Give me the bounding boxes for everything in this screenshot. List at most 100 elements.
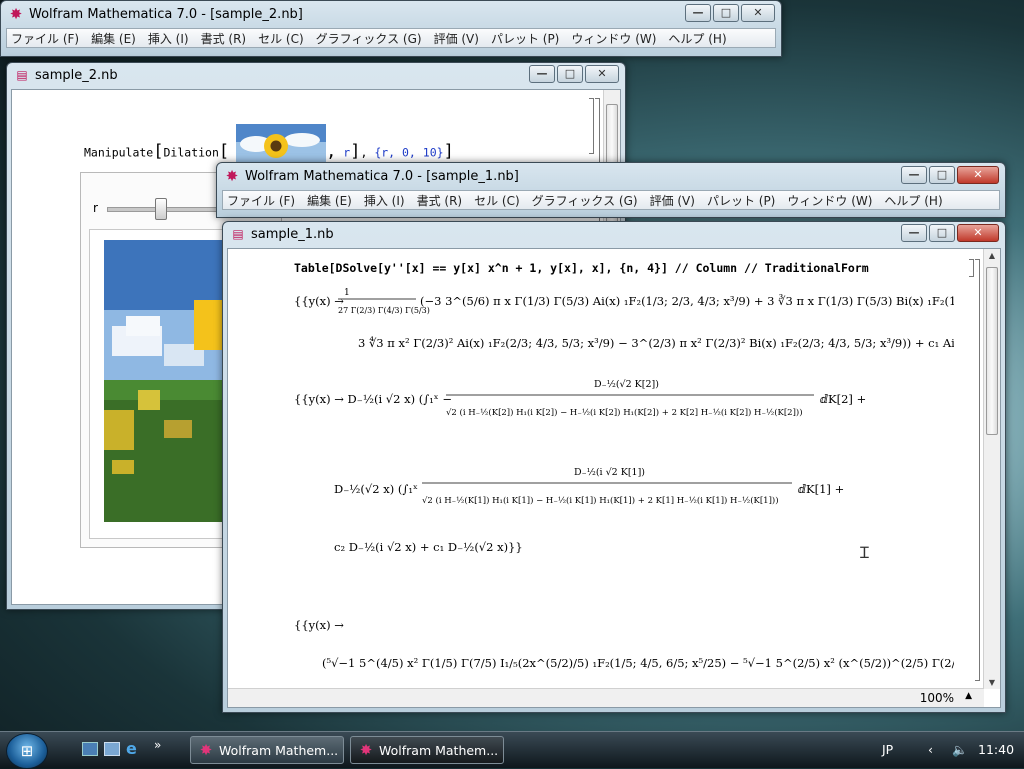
nb1-close-button[interactable]: ✕: [957, 224, 999, 242]
close-button[interactable]: ✕: [741, 4, 775, 22]
main-menubar: ファイル (F) 編集 (E) 挿入 (I) 書式 (R) セル (C) グラフ…: [6, 28, 776, 48]
minimize-button[interactable]: —: [685, 4, 711, 22]
clock[interactable]: 11:40: [978, 742, 1014, 757]
menu-palettes-2[interactable]: パレット (P): [707, 192, 775, 209]
main-window-title: Wolfram Mathematica 7.0 - [sample_2.nb]: [29, 6, 303, 22]
nb1-maximize-button[interactable]: □: [929, 224, 955, 242]
slider-label: r: [93, 201, 98, 215]
nb1-minimize-button[interactable]: —: [901, 224, 927, 242]
menu-window-2[interactable]: ウィンドウ (W): [787, 192, 872, 209]
volume-icon[interactable]: 🔈: [952, 742, 968, 758]
main-titlebar[interactable]: ✸ Wolfram Mathematica 7.0 - [sample_2.nb…: [1, 1, 781, 27]
taskbar-mathematica-icon: ✸: [199, 741, 213, 759]
nb2-minimize-button[interactable]: —: [529, 65, 555, 83]
svg-text:{{y(x) → D₋½(i √2 x) (∫₁ˣ −: {{y(x) → D₋½(i √2 x) (∫₁ˣ −: [294, 392, 452, 406]
taskbar-button-sample2[interactable]: ✸ Wolfram Mathem...: [190, 736, 344, 764]
notebook1-content[interactable]: Table[DSolve[y''[x] == y[x] x^n + 1, y[x…: [227, 248, 1001, 708]
r-slider-handle[interactable]: [155, 198, 167, 220]
menu-help[interactable]: ヘルプ (H): [668, 30, 726, 47]
menu-file-2[interactable]: ファイル (F): [227, 192, 295, 209]
quicklaunch-desktop-icon[interactable]: [82, 742, 98, 756]
notebook1-scrollbar[interactable]: ▲ ▼: [983, 249, 1000, 689]
svg-text:(−3 3^(5/6) π x Γ(1/3) Γ(5/3): (−3 3^(5/6) π x Γ(1/3) Γ(5/3) Ai(x) ₁F₂(…: [420, 294, 954, 308]
svg-text:3 ∜3 π x² Γ(2/3)² Ai(x) ₁F₂(2/: 3 ∜3 π x² Γ(2/3)² Ai(x) ₁F₂(2/3; 4/3, 5/…: [358, 336, 954, 350]
svg-text:c₂ D₋½(i √2 x) + c₁ D₋½(√2 x)}: c₂ D₋½(i √2 x) + c₁ D₋½(√2 x)}}: [334, 540, 523, 554]
svg-text:√2 (i H₋½(K[2]) H₁(i K[2]) − H: √2 (i H₋½(K[2]) H₁(i K[2]) − H₋½(i K[2])…: [446, 407, 803, 418]
menu-file[interactable]: ファイル (F): [11, 30, 79, 47]
second-titlebar[interactable]: ✸ Wolfram Mathematica 7.0 - [sample_1.nb…: [217, 163, 1005, 189]
scroll-down-arrow[interactable]: ▼: [984, 678, 1000, 687]
input-inner: Dilation: [163, 145, 219, 160]
menu-evaluation-2[interactable]: 評価 (V): [650, 192, 695, 209]
notebook1-title: sample_1.nb: [251, 226, 334, 242]
quicklaunch-more-icon[interactable]: »: [154, 738, 161, 752]
second-minimize-button[interactable]: —: [901, 166, 927, 184]
tray-expand-icon[interactable]: ‹: [928, 742, 933, 757]
svg-text:D₋½(√2 x) (∫₁ˣ: D₋½(√2 x) (∫₁ˣ: [334, 482, 418, 496]
quicklaunch-ie-icon[interactable]: e: [126, 739, 137, 758]
taskbar-button-label-2: Wolfram Mathem...: [379, 742, 499, 758]
nb1-input-bracket[interactable]: [969, 259, 974, 277]
start-button[interactable]: ⊞: [6, 733, 48, 769]
svg-text:1: 1: [344, 288, 350, 298]
quicklaunch-window-switch-icon[interactable]: [104, 742, 120, 756]
maximize-button[interactable]: □: [713, 4, 739, 22]
svg-text:{{y(x) →: {{y(x) →: [294, 294, 344, 308]
svg-text:D₋½(i √2 K[1]): D₋½(i √2 K[1]): [574, 467, 645, 478]
taskbar-mathematica-icon-2: ✸: [359, 741, 373, 759]
status-bar: 100% ▲: [228, 688, 984, 707]
menu-graphics-2[interactable]: グラフィックス (G): [532, 192, 638, 209]
svg-text:ⅆK[2] +: ⅆK[2] +: [820, 392, 866, 406]
text-cursor-icon: Ɪ: [860, 543, 869, 562]
scroll-up-arrow[interactable]: ▲: [984, 251, 1000, 260]
second-close-button[interactable]: ✕: [957, 166, 999, 184]
notebook1-titlebar[interactable]: ▤ sample_1.nb — □ ✕: [223, 222, 1005, 246]
input-spec: {r, 0, 10}: [374, 145, 444, 160]
menu-graphics[interactable]: グラフィックス (G): [316, 30, 422, 47]
menu-help-2[interactable]: ヘルプ (H): [884, 192, 942, 209]
input-fn: Manipulate: [84, 145, 154, 160]
nb2-close-button[interactable]: ✕: [585, 65, 619, 83]
taskbar-button-sample1[interactable]: ✸ Wolfram Mathem...: [350, 736, 504, 764]
menu-format-2[interactable]: 書式 (R): [417, 192, 463, 209]
input-cell-bracket[interactable]: [589, 98, 594, 154]
dilated-image: [104, 240, 222, 522]
language-indicator[interactable]: JP: [882, 742, 893, 757]
svg-text:ⅆK[1] +: ⅆK[1] +: [798, 482, 844, 496]
notebook2-titlebar[interactable]: ▤ sample_2.nb — □ ✕: [7, 63, 625, 87]
main-window: ✸ Wolfram Mathematica 7.0 - [sample_2.nb…: [0, 0, 782, 57]
menu-edit[interactable]: 編集 (E): [91, 30, 136, 47]
menu-edit-2[interactable]: 編集 (E): [307, 192, 352, 209]
menu-window[interactable]: ウィンドウ (W): [571, 30, 656, 47]
menu-evaluation[interactable]: 評価 (V): [434, 30, 479, 47]
second-maximize-button[interactable]: □: [929, 166, 955, 184]
svg-text:D₋½(√2 K[2]): D₋½(√2 K[2]): [594, 379, 659, 390]
notebook-icon: ▤: [16, 68, 28, 82]
dsolve-output[interactable]: {{y(x) → 1 27 Γ(2/3) Γ(4/3) Γ(5/3) (−3 3…: [294, 283, 1000, 703]
menu-cell-2[interactable]: セル (C): [474, 192, 520, 209]
menu-cell[interactable]: セル (C): [258, 30, 304, 47]
mathematica-icon-2: ✸: [225, 167, 239, 185]
taskbar: ⊞ e » ✸ Wolfram Mathem... ✸ Wolfram Math…: [0, 731, 1024, 769]
nb1-output-bracket[interactable]: [975, 259, 980, 681]
notebook1-scroll-thumb[interactable]: [986, 267, 998, 435]
notebook1-input[interactable]: Table[DSolve[y''[x] == y[x] x^n + 1, y[x…: [294, 261, 869, 275]
second-window: ✸ Wolfram Mathematica 7.0 - [sample_1.nb…: [216, 162, 1006, 218]
second-menubar: ファイル (F) 編集 (E) 挿入 (I) 書式 (R) セル (C) グラフ…: [222, 190, 1000, 210]
svg-text:{{y(x) →: {{y(x) →: [294, 618, 344, 632]
zoom-level[interactable]: 100%: [920, 691, 954, 705]
menu-insert[interactable]: 挿入 (I): [148, 30, 189, 47]
solution-n1: {{y(x) → 1 27 Γ(2/3) Γ(4/3) Γ(5/3) (−3 3…: [294, 288, 1000, 350]
menu-insert-2[interactable]: 挿入 (I): [364, 192, 405, 209]
svg-text:27 Γ(2/3) Γ(4/3) Γ(5/3): 27 Γ(2/3) Γ(4/3) Γ(5/3): [338, 306, 430, 315]
zoom-dropdown-icon[interactable]: ▲: [965, 691, 972, 701]
taskbar-button-label: Wolfram Mathem...: [219, 742, 339, 758]
mathematica-icon: ✸: [9, 5, 23, 23]
svg-text:√2 (i H₋½(K[1]) H₁(i K[1]) − H: √2 (i H₋½(K[1]) H₁(i K[1]) − H₋½(i K[1])…: [422, 495, 779, 506]
solution-n2: {{y(x) → D₋½(i √2 x) (∫₁ˣ − D₋½(√2 K[2])…: [294, 379, 866, 554]
svg-text:(⁵√−1 5^(4/5) x² Γ(1/5) Γ(7/5): (⁵√−1 5^(4/5) x² Γ(1/5) Γ(7/5) I₁/₅(2x^(…: [322, 656, 954, 670]
menu-palettes[interactable]: パレット (P): [491, 30, 559, 47]
notebook-icon-2: ▤: [232, 227, 244, 241]
nb2-maximize-button[interactable]: □: [557, 65, 583, 83]
menu-format[interactable]: 書式 (R): [201, 30, 247, 47]
